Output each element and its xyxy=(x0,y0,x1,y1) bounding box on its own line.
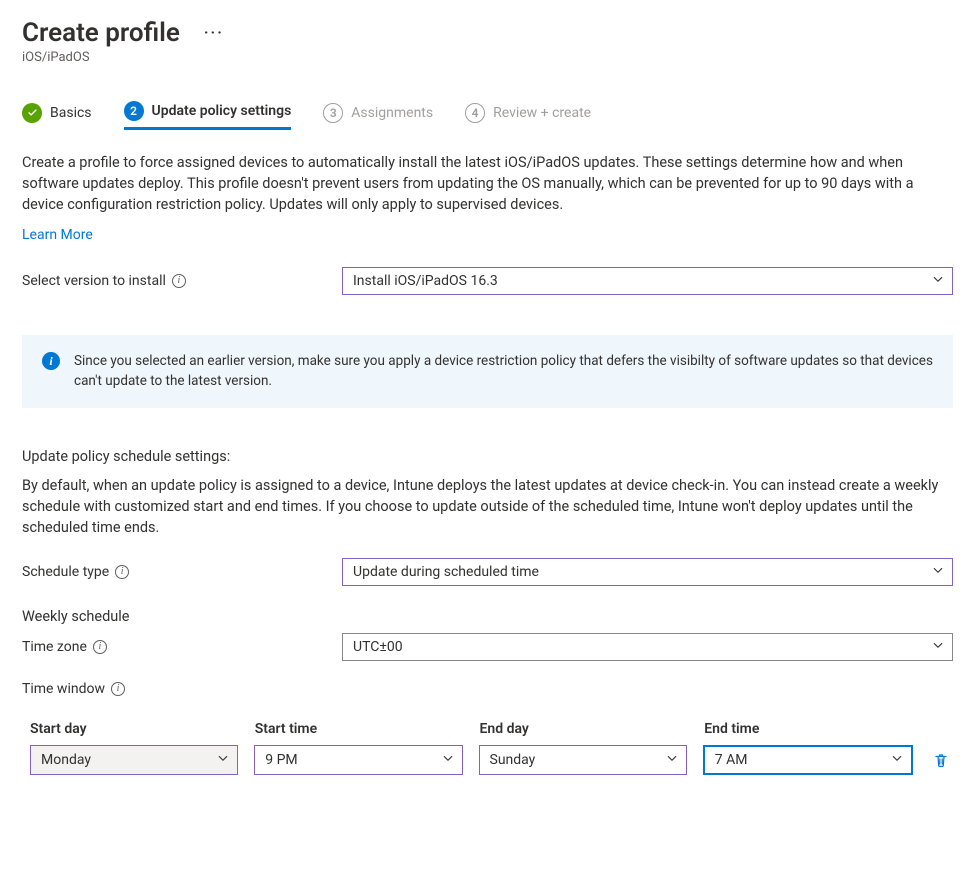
info-icon[interactable]: i xyxy=(93,640,107,654)
select-value: Update during scheduled time xyxy=(353,564,539,580)
step-assignments[interactable]: 3 Assignments xyxy=(323,103,433,129)
weekly-schedule-heading: Weekly schedule xyxy=(22,608,953,625)
step-update-policy[interactable]: 2 Update policy settings xyxy=(124,101,292,130)
select-value: 9 PM xyxy=(265,752,297,768)
schedule-heading: Update policy schedule settings: xyxy=(22,448,953,465)
intro-text: Create a profile to force assigned devic… xyxy=(22,152,953,215)
row-select-version: Select version to install i Install iOS/… xyxy=(22,267,953,295)
label-select-version: Select version to install i xyxy=(22,273,342,289)
label-time-window: Time window i xyxy=(22,681,342,697)
step-label: Review + create xyxy=(493,105,591,121)
page-title: Create profile ··· xyxy=(22,18,953,48)
delete-row-button[interactable] xyxy=(929,752,953,768)
info-icon: i xyxy=(42,352,60,370)
schedule-desc: By default, when an update policy is ass… xyxy=(22,475,953,538)
chevron-down-icon xyxy=(891,752,903,768)
step-number-icon: 3 xyxy=(323,103,343,123)
check-icon xyxy=(22,103,42,123)
chevron-down-icon xyxy=(932,273,944,289)
select-value: Install iOS/iPadOS 16.3 xyxy=(353,273,498,289)
step-label: Basics xyxy=(50,105,92,121)
select-end-day[interactable]: Sunday xyxy=(479,745,687,775)
label-text: Time zone xyxy=(22,639,87,655)
select-start-time[interactable]: 9 PM xyxy=(254,745,462,775)
row-schedule-type: Schedule type i Update during scheduled … xyxy=(22,558,953,586)
select-end-time[interactable]: 7 AM xyxy=(703,745,913,775)
select-version-to-install[interactable]: Install iOS/iPadOS 16.3 xyxy=(342,267,953,295)
step-review-create[interactable]: 4 Review + create xyxy=(465,103,591,129)
trash-icon xyxy=(933,752,949,768)
wizard-steps: Basics 2 Update policy settings 3 Assign… xyxy=(22,101,953,130)
time-window-header: Start day Start time End day End time xyxy=(22,721,953,745)
learn-more-link[interactable]: Learn More xyxy=(22,227,93,243)
step-basics[interactable]: Basics xyxy=(22,103,92,129)
step-number-icon: 4 xyxy=(465,103,485,123)
row-time-zone: Time zone i UTC±00 xyxy=(22,633,953,661)
select-time-zone[interactable]: UTC±00 xyxy=(342,633,953,661)
select-value: UTC±00 xyxy=(353,639,403,655)
select-value: Sunday xyxy=(490,752,536,768)
info-icon[interactable]: i xyxy=(115,565,129,579)
chevron-down-icon xyxy=(442,752,454,768)
select-schedule-type[interactable]: Update during scheduled time xyxy=(342,558,953,586)
chevron-down-icon xyxy=(217,752,229,768)
col-end-time: End time xyxy=(704,721,913,737)
info-banner: i Since you selected an earlier version,… xyxy=(22,335,953,408)
col-end-day: End day xyxy=(480,721,689,737)
label-schedule-type: Schedule type i xyxy=(22,564,342,580)
info-icon[interactable]: i xyxy=(172,274,186,288)
col-start-day: Start day xyxy=(30,721,239,737)
select-value: Monday xyxy=(41,752,91,768)
chevron-down-icon xyxy=(666,752,678,768)
more-icon[interactable]: ··· xyxy=(204,23,224,44)
select-value: 7 AM xyxy=(715,752,748,768)
time-window-row: Monday 9 PM Sunday 7 AM xyxy=(22,745,953,775)
chevron-down-icon xyxy=(932,639,944,655)
label-text: Select version to install xyxy=(22,273,166,289)
step-number-icon: 2 xyxy=(124,101,144,121)
label-time-zone: Time zone i xyxy=(22,639,342,655)
info-banner-text: Since you selected an earlier version, m… xyxy=(74,351,933,392)
chevron-down-icon xyxy=(932,564,944,580)
label-text: Schedule type xyxy=(22,564,109,580)
info-icon[interactable]: i xyxy=(111,682,125,696)
select-start-day[interactable]: Monday xyxy=(30,745,238,775)
col-start-time: Start time xyxy=(255,721,464,737)
page-title-text: Create profile xyxy=(22,18,180,48)
page-subtitle: iOS/iPadOS xyxy=(22,50,953,65)
label-text: Time window xyxy=(22,681,105,697)
step-label: Update policy settings xyxy=(152,103,292,119)
step-label: Assignments xyxy=(351,105,433,121)
